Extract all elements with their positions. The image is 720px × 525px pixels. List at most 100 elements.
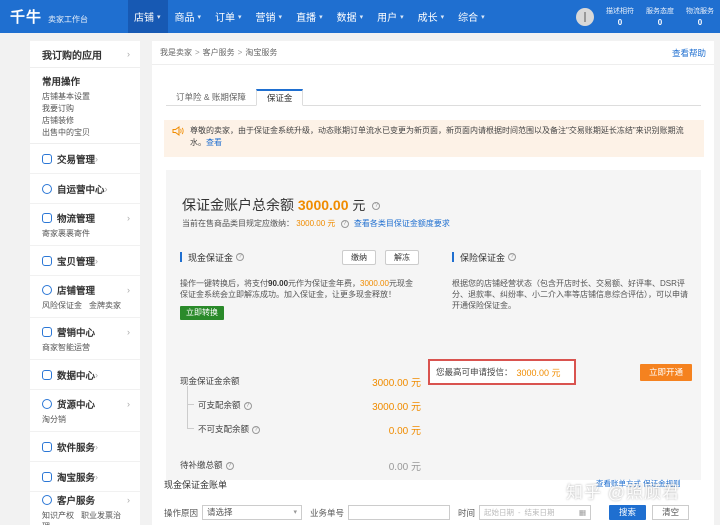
sidebar-item[interactable]: 宝贝管理 › <box>30 246 140 276</box>
nav-item[interactable]: 成长 ▾ <box>418 0 452 33</box>
sidebar-item-row: 宝贝管理 › <box>42 254 98 268</box>
nav-item[interactable]: 订单 ▾ <box>215 0 249 33</box>
cash-balance-value: 3000.00 元 <box>372 378 421 389</box>
nav-item[interactable]: 营销 ▾ <box>256 0 290 33</box>
sidebar-title[interactable]: 我订购的应用 › <box>30 41 140 68</box>
logo-subtitle: 卖家工作台 <box>48 15 89 24</box>
sidebar-sub-link[interactable]: 淘分销 <box>42 415 66 424</box>
sidebar-item[interactable]: 营销中心 › 商家智能运营 <box>30 318 140 360</box>
breadcrumb-item[interactable]: 客户服务 <box>203 48 235 57</box>
menu-icon <box>42 471 52 482</box>
row-label: 现金保证金余额 <box>180 376 240 386</box>
shop-ratings: 描述相符 0 服务态度 0 物流服务 0 <box>576 0 720 33</box>
avatar[interactable] <box>576 7 594 26</box>
sidebar: 我订购的应用 › 常用操作 店铺基本设置我要订购店铺装修出售中的宝贝 交易管理 ›… <box>30 41 140 525</box>
help-link[interactable]: 查看帮助 <box>672 47 706 59</box>
rating-label: 物流服务 <box>686 7 714 15</box>
sidebar-item-head: 店铺管理 <box>42 283 95 297</box>
breadcrumb-item[interactable]: 淘宝服务 <box>245 48 277 57</box>
calendar-icon: ▦ <box>578 508 587 517</box>
sidebar-item[interactable]: 数据中心 › <box>30 360 140 390</box>
sidebar-sub-links: 淘分销 <box>42 414 130 425</box>
sidebar-item[interactable]: 自运营中心 › <box>30 174 140 204</box>
help-icon[interactable]: ? <box>236 253 245 261</box>
sidebar-sub-link[interactable]: 金牌卖家 <box>89 301 121 310</box>
nav-item-label: 成长 <box>417 13 438 24</box>
common-operations-title: 常用操作 <box>42 77 81 88</box>
sidebar-item-label: 营销中心 <box>57 327 96 339</box>
row-label: 可支配余额 <box>198 400 241 410</box>
sidebar-item-row: 数据中心 › <box>42 368 98 382</box>
nav-item[interactable]: 店铺 ▾ <box>128 0 168 33</box>
open-now-button[interactable]: 立即开通 <box>640 364 692 381</box>
app-logo[interactable]: 千牛 卖家工作台 <box>10 6 128 27</box>
credit-quota-label: 您最高可申请授信： <box>436 367 513 377</box>
chevron-right-icon: › <box>127 212 130 223</box>
clear-button[interactable]: 清空 <box>652 505 690 520</box>
total-balance-label: 保证金账户总余额 <box>182 197 294 213</box>
reason-select[interactable]: 请选择 ▾ <box>202 505 303 520</box>
rating-stat[interactable]: 服务态度 0 <box>640 6 680 28</box>
nav-item[interactable]: 用户 ▾ <box>377 0 411 33</box>
pay-button[interactable]: 缴纳 <box>342 250 376 265</box>
breadcrumb-separator: > <box>195 48 200 57</box>
sidebar-item[interactable]: 淘宝服务 › <box>30 462 140 492</box>
sidebar-item[interactable]: 物流管理 › 寄家裹裹寄件 <box>30 204 140 246</box>
help-icon[interactable]: ? <box>252 425 261 434</box>
breadcrumb-separator: > <box>237 48 243 57</box>
required-deposit-amount: 3000.00 元 <box>296 219 336 228</box>
help-icon[interactable]: ? <box>225 461 234 470</box>
breadcrumb-item[interactable]: 我是卖家 <box>160 48 192 57</box>
rating-value: 0 <box>657 17 663 27</box>
common-link[interactable]: 我要订购 <box>42 104 74 113</box>
chevron-right-icon: › <box>95 369 99 380</box>
sidebar-item-label: 自运营中心 <box>57 184 105 196</box>
nav-item[interactable]: 商品 ▾ <box>175 0 209 33</box>
sidebar-item[interactable]: 交易管理 › <box>30 144 140 174</box>
sidebar-sub-link[interactable]: 知识产权 <box>42 511 74 520</box>
sidebar-item-head: 营销中心 <box>42 325 95 339</box>
nav-item[interactable]: 直播 ▾ <box>296 0 330 33</box>
tab[interactable]: 保证金 <box>255 89 304 106</box>
sidebar-item[interactable]: 店铺管理 › 风险保证金 金牌卖家 <box>30 276 140 318</box>
date-range-input[interactable]: 起始日期 - 结束日期 ▦ <box>479 505 592 520</box>
order-no-input[interactable] <box>348 505 451 520</box>
help-icon[interactable]: ? <box>372 202 381 211</box>
convert-now-button[interactable]: 立即转换 <box>180 306 224 320</box>
chevron-right-icon: › <box>95 255 99 266</box>
sidebar-sub-link[interactable]: 商家智能运营 <box>42 343 90 352</box>
cash-deposit-description: 操作一键转换后，将支付90.00元作为保证金年费，3000.00元现金保证金系统… <box>180 278 420 300</box>
release-button[interactable]: 解冻 <box>385 250 419 265</box>
notice-text: 尊敬的卖家，由于保证金系统升级，动态账期订单流水已变更为新页面，新页面内请根据时… <box>190 126 684 147</box>
sidebar-item-row: 淘宝服务 › <box>42 470 98 484</box>
common-link[interactable]: 店铺基本设置 <box>42 92 90 101</box>
rating-stat[interactable]: 描述相符 0 <box>600 6 640 28</box>
help-icon[interactable]: ? <box>243 401 252 410</box>
sidebar-item[interactable]: 软件服务 › <box>30 432 140 462</box>
chevron-right-icon: › <box>127 495 130 505</box>
tab[interactable]: 订单险 & 账期保障 <box>166 89 256 105</box>
rating-stat[interactable]: 物流服务 0 <box>680 6 720 28</box>
sidebar-item[interactable]: 货源中心 › 淘分销 <box>30 390 140 432</box>
common-link[interactable]: 出售中的宝贝 <box>42 128 90 137</box>
row-label: 不可支配余额 <box>198 424 250 434</box>
search-button[interactable]: 搜索 <box>609 505 647 520</box>
common-link[interactable]: 店铺装修 <box>42 116 74 125</box>
nav-item[interactable]: 综合 ▾ <box>458 0 492 33</box>
breadcrumb: 我是卖家 > 客户服务 > 淘宝服务 <box>160 47 277 58</box>
section-marker <box>180 252 182 262</box>
sidebar-sub-link[interactable]: 寄家裹裹寄件 <box>42 229 90 238</box>
sidebar-sub-link[interactable]: 风险保证金 <box>42 301 82 310</box>
sidebar-item-row: 交易管理 › <box>42 152 98 166</box>
available-balance-value: 3000.00 元 <box>372 402 421 413</box>
sidebar-item[interactable]: 客户服务 › 知识产权职业发票治理 <box>30 492 140 525</box>
category-requirement-link[interactable]: 查看各类目保证金额度要求 <box>354 219 450 228</box>
menu-icon <box>42 284 52 295</box>
sidebar-sub-links: 商家智能运营 <box>42 342 130 353</box>
nav-item-label: 商品 <box>174 13 195 24</box>
help-icon[interactable]: ? <box>340 219 349 228</box>
notice-link[interactable]: 查看 <box>206 138 222 147</box>
help-icon[interactable]: ? <box>508 253 517 261</box>
nav-item[interactable]: 数据 ▾ <box>337 0 371 33</box>
bill-section-title: 现金保证金账单 <box>164 480 228 490</box>
